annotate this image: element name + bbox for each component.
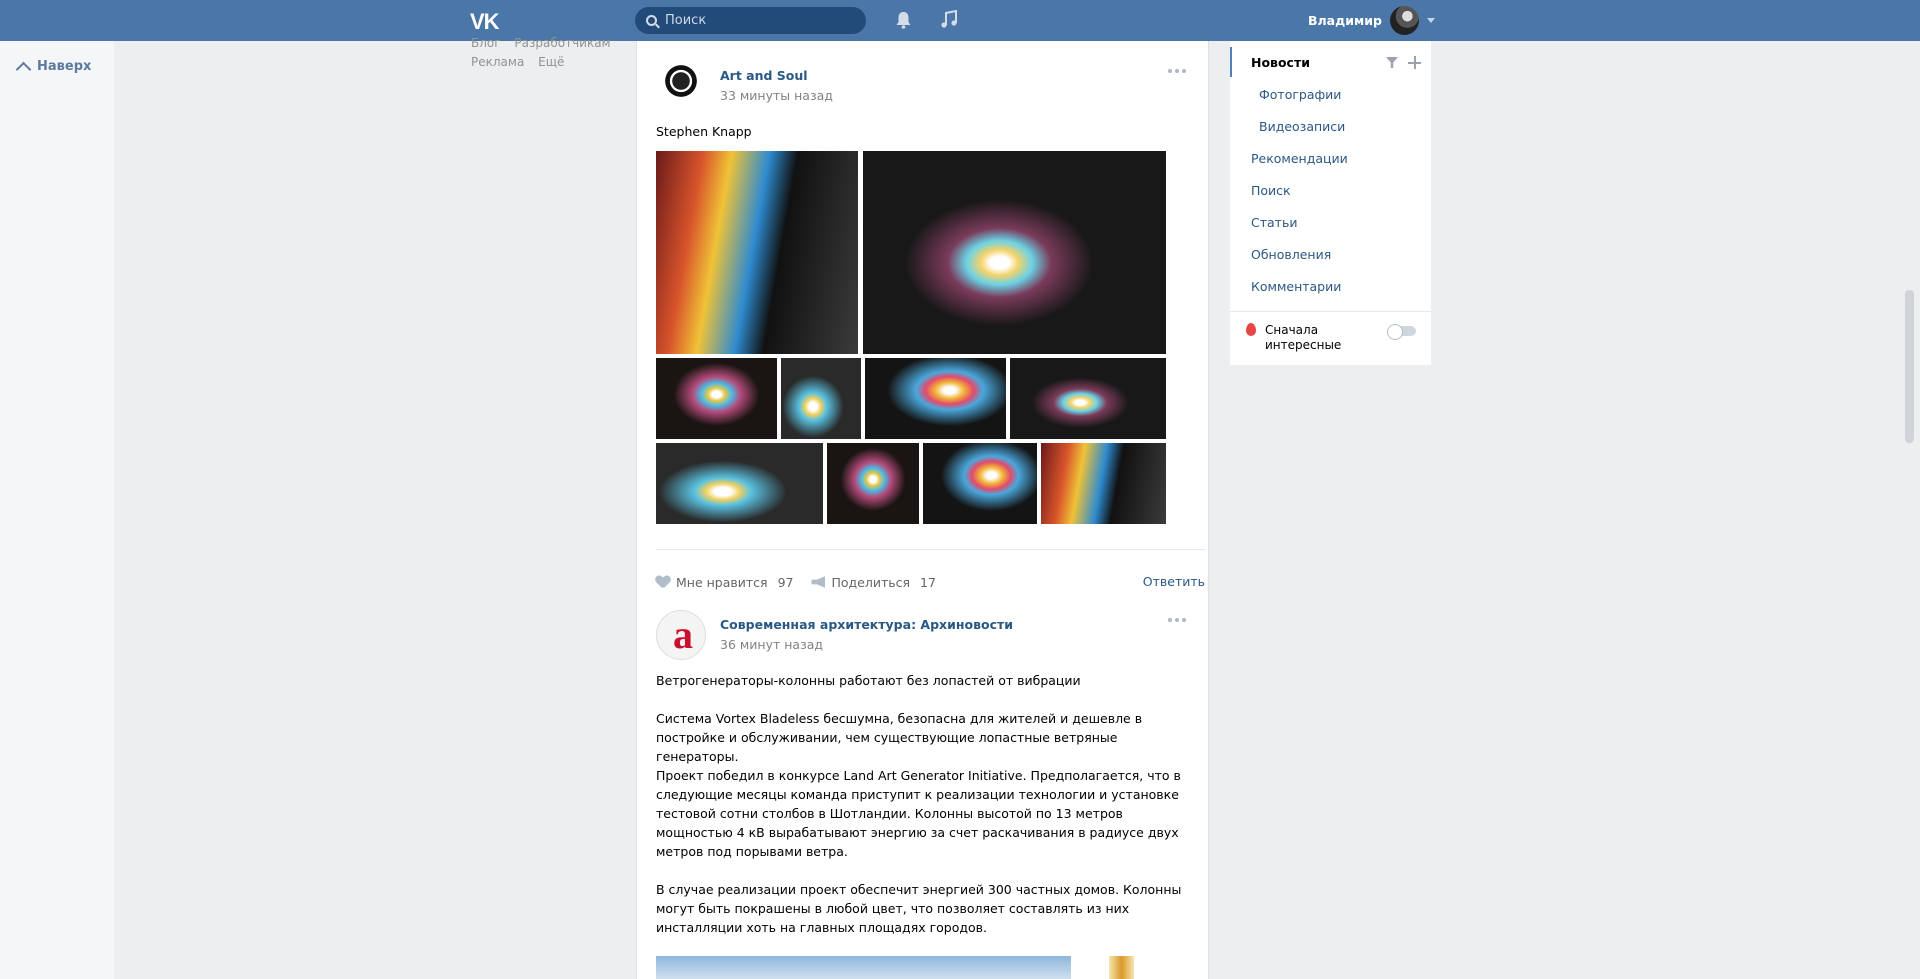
divider xyxy=(1230,311,1431,312)
news-feed: Art and Soul 33 минуты назад Stephen Kna… xyxy=(636,41,1209,979)
go-top-button[interactable]: Наверх xyxy=(15,58,92,78)
post-photo[interactable] xyxy=(1109,956,1134,979)
like-label: Мне нравится xyxy=(676,574,768,590)
post-paragraph: Ветрогенераторы-колонны работают без лоп… xyxy=(656,673,1081,688)
post: a Современная архитектура: Архиновости 3… xyxy=(637,590,1208,979)
avatar xyxy=(1389,6,1419,35)
nav-item-recommendations[interactable]: Рекомендации xyxy=(1251,151,1348,166)
go-top-label: Наверх xyxy=(37,59,92,74)
post-time[interactable]: 36 минут назад xyxy=(720,637,1013,652)
share-label: Поделиться xyxy=(831,574,911,590)
post-photo[interactable] xyxy=(863,151,1166,354)
share-button[interactable]: Поделиться 17 xyxy=(811,574,936,590)
more-icon[interactable] xyxy=(1168,69,1186,73)
interesting-first-toggle[interactable] xyxy=(1387,324,1416,340)
top-header: VK Владимир xyxy=(0,0,1920,41)
post-text: Stephen Knapp xyxy=(656,124,752,139)
footer-link-ads[interactable]: Реклама xyxy=(471,55,524,69)
avatar[interactable]: a xyxy=(656,610,706,660)
user-menu[interactable]: Владимир xyxy=(1308,6,1435,35)
post-photo[interactable] xyxy=(827,443,919,524)
post-paragraph: Система Vortex Bladeless бесшумна, безоп… xyxy=(656,711,1143,764)
nav-item-updates[interactable]: Обновления xyxy=(1251,247,1331,262)
reply-link[interactable]: Ответить xyxy=(1143,574,1205,589)
chevron-down-icon xyxy=(1426,18,1435,23)
post-author[interactable]: Art and Soul xyxy=(720,68,833,83)
nav-item-comments[interactable]: Комментарии xyxy=(1251,279,1341,294)
post-photo[interactable] xyxy=(865,358,1006,439)
post-photo[interactable] xyxy=(656,956,1071,979)
post-actions: Мне нравится 97 Поделиться 17 Ответить xyxy=(656,549,1205,590)
post-photo[interactable] xyxy=(656,151,858,354)
search-icon xyxy=(646,15,657,26)
filter-icon[interactable] xyxy=(1386,57,1398,68)
more-icon[interactable] xyxy=(1168,618,1186,622)
footer-links: Блог Разработчикам Реклама Ещё xyxy=(471,34,621,72)
nav-item-photos[interactable]: Фотографии xyxy=(1259,87,1341,102)
post-time[interactable]: 33 минуты назад xyxy=(720,88,833,103)
post: Art and Soul 33 минуты назад Stephen Kna… xyxy=(637,41,1208,641)
vk-logo[interactable]: VK xyxy=(470,9,506,34)
post-paragraph: В случае реализации проект обеспечит эне… xyxy=(656,882,1182,935)
left-gutter xyxy=(0,41,114,979)
user-name: Владимир xyxy=(1308,13,1382,28)
search-input[interactable] xyxy=(665,13,855,28)
active-indicator xyxy=(1230,47,1232,77)
post-photo[interactable] xyxy=(781,358,861,439)
footer-link-blog[interactable]: Блог xyxy=(471,36,501,50)
fire-icon xyxy=(1246,323,1256,336)
post-photo[interactable] xyxy=(1010,358,1166,439)
nav-item-search[interactable]: Поиск xyxy=(1251,183,1291,198)
share-icon xyxy=(811,576,826,588)
post-header: Art and Soul 33 минуты назад xyxy=(656,61,833,111)
footer-link-more[interactable]: Ещё xyxy=(538,55,564,69)
like-count: 97 xyxy=(777,574,794,590)
nav-item-articles[interactable]: Статьи xyxy=(1251,215,1297,230)
nav-item-videos[interactable]: Видеозаписи xyxy=(1259,119,1345,134)
post-author[interactable]: Современная архитектура: Архиновости xyxy=(720,617,1013,632)
chevron-up-icon xyxy=(15,61,32,78)
post-photo[interactable] xyxy=(656,443,823,524)
post-photo[interactable] xyxy=(923,443,1037,524)
bell-icon[interactable] xyxy=(895,11,912,29)
archinews-logo: a xyxy=(673,612,693,657)
post-photo[interactable] xyxy=(656,358,777,439)
music-icon[interactable] xyxy=(939,10,959,30)
post-header: a Современная архитектура: Архиновости 3… xyxy=(656,610,1013,660)
search-box[interactable] xyxy=(635,7,866,34)
post-photo[interactable] xyxy=(1041,443,1166,524)
post-paragraph: Проект победил в конкурсе Land Art Gener… xyxy=(656,768,1181,859)
footer-link-dev[interactable]: Разработчикам xyxy=(514,36,610,50)
plus-icon[interactable] xyxy=(1408,56,1421,69)
share-count: 17 xyxy=(920,574,936,590)
scrollbar-thumb[interactable] xyxy=(1905,290,1914,443)
heart-icon xyxy=(656,576,670,588)
like-button[interactable]: Мне нравится 97 xyxy=(656,575,793,590)
avatar[interactable] xyxy=(656,61,706,111)
nav-item-news[interactable]: Новости xyxy=(1251,55,1310,70)
right-nav: Новости Фотографии Видеозаписи Рекоменда… xyxy=(1230,41,1431,365)
interesting-first-label: Сначала интересные xyxy=(1265,323,1342,352)
